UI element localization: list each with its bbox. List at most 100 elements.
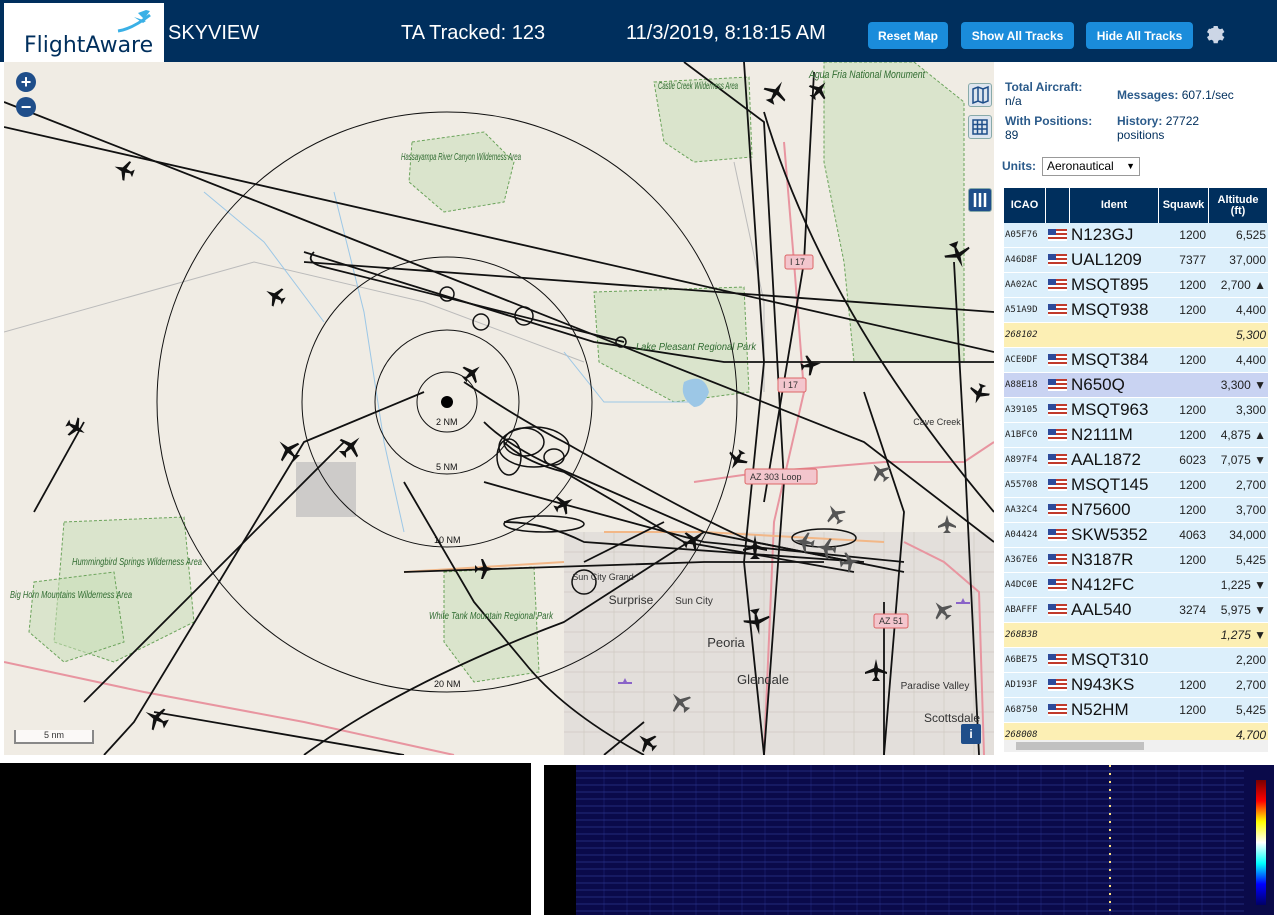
col-icao[interactable]: ICAO — [1004, 188, 1046, 223]
squawk-cell: 1200 — [1179, 678, 1206, 692]
ident-cell: N412FC — [1071, 575, 1135, 594]
logo-text: FlightAware — [24, 33, 154, 58]
map-view[interactable]: I 17 I 17 AZ 303 Loop AZ 51 2 NM 5 NM 10… — [4, 62, 994, 755]
icao-cell: ACE0DF — [1005, 355, 1038, 365]
total-aircraft-label: Total Aircraft: — [1005, 80, 1083, 94]
with-positions-label: With Positions: — [1005, 114, 1093, 128]
col-altitude[interactable]: Altitude (ft) — [1209, 188, 1268, 223]
scrollbar-thumb[interactable] — [1016, 742, 1144, 750]
col-squawk[interactable]: Squawk — [1159, 188, 1209, 223]
agua-fria-area — [823, 62, 965, 363]
chevron-down-icon: ▼ — [1126, 161, 1135, 171]
label-scottsdale: Scottsdale — [924, 711, 980, 725]
icao-cell: 268B3B — [1005, 630, 1038, 640]
ident-cell: MSQT145 — [1071, 475, 1149, 494]
label-castle-creek: Castle Creek Wilderness Area — [658, 81, 738, 92]
table-row[interactable]: AD193F N943KS 1200 2,700 — [1004, 673, 1268, 698]
icao-cell: A68750 — [1005, 705, 1038, 715]
us-flag-icon — [1048, 679, 1067, 691]
flag-cell — [1046, 654, 1070, 666]
altitude-cell: 5,425 — [1235, 703, 1266, 717]
columns-icon[interactable] — [968, 188, 992, 212]
icao-cell: ABAFFF — [1005, 605, 1038, 615]
label-cave-creek: Cave Creek — [913, 417, 961, 427]
ring-label-2nm: 2 NM — [436, 417, 458, 427]
table-row[interactable]: 268B3B 1,275 ▼ — [1004, 623, 1268, 648]
table-row[interactable]: 268102 5,300 — [1004, 323, 1268, 348]
table-row[interactable]: A6BE75 MSQT310 2,200 — [1004, 648, 1268, 673]
table-row[interactable]: A897F4 AAL1872 6023 7,075 ▼ — [1004, 448, 1268, 473]
icao-cell: A55708 — [1005, 480, 1038, 490]
white-tank-area — [443, 566, 540, 683]
icao-cell: 268008 — [1005, 730, 1038, 740]
spectrum-waterfall — [544, 765, 1274, 915]
table-row[interactable]: A367E6 N3187R 1200 5,425 — [1004, 548, 1268, 573]
reset-map-button[interactable]: Reset Map — [868, 22, 948, 49]
flag-cell — [1046, 229, 1070, 241]
horizontal-scrollbar[interactable] — [1004, 740, 1268, 752]
label-agua-fria: Agua Fria National Monument — [808, 69, 926, 81]
info-icon[interactable]: i — [961, 724, 981, 744]
squawk-cell: 1200 — [1179, 403, 1206, 417]
col-flag[interactable] — [1046, 188, 1070, 223]
flag-cell — [1046, 454, 1070, 466]
ident-cell: N123GJ — [1071, 225, 1134, 244]
us-flag-icon — [1048, 429, 1067, 441]
us-flag-icon — [1048, 579, 1067, 591]
header-bar: FlightAware SKYVIEW TA Tracked: 123 11/3… — [0, 0, 1277, 62]
altitude-cell: 37,000 — [1229, 253, 1266, 267]
col-ident[interactable]: Ident — [1070, 188, 1159, 223]
total-aircraft-stat: Total Aircraft: n/a — [1005, 80, 1082, 108]
ident-cell: SKW5352 — [1071, 525, 1148, 544]
altitude-cell: 2,700 — [1235, 678, 1266, 692]
flag-cell — [1046, 479, 1070, 491]
altitude-cell: 2,700 — [1235, 478, 1266, 492]
squawk-cell: 1200 — [1179, 303, 1206, 317]
ident-cell: N52HM — [1071, 700, 1129, 719]
table-row[interactable]: A05F76 N123GJ 1200 6,525 — [1004, 223, 1268, 248]
show-all-tracks-button[interactable]: Show All Tracks — [961, 22, 1074, 49]
icao-cell: AD193F — [1005, 680, 1038, 690]
ident-cell: N943KS — [1071, 675, 1135, 694]
squawk-cell: 1200 — [1179, 353, 1206, 367]
table-row[interactable]: A88E18 N650Q 3,300 ▼ — [1004, 373, 1268, 398]
ring-label-10nm: 10 NM — [434, 535, 461, 545]
table-row[interactable]: A68750 N52HM 1200 5,425 — [1004, 698, 1268, 723]
squawk-cell: 1200 — [1179, 228, 1206, 242]
table-row[interactable]: AA02AC MSQT895 1200 2,700 ▲ — [1004, 273, 1268, 298]
altitude-cell: 5,300 — [1235, 328, 1266, 342]
table-row[interactable]: A51A9D MSQT938 1200 4,400 — [1004, 298, 1268, 323]
grid-icon[interactable] — [968, 115, 992, 139]
label-glendale: Glendale — [737, 672, 789, 687]
table-row[interactable]: AA32C4 N75600 1200 3,700 — [1004, 498, 1268, 523]
icao-cell: A367E6 — [1005, 555, 1038, 565]
bottom-panels — [0, 755, 1277, 915]
total-aircraft-value: n/a — [1005, 94, 1022, 108]
units-select[interactable]: Aeronautical ▼ — [1042, 157, 1140, 176]
icao-cell: 268102 — [1005, 330, 1038, 340]
table-body: A05F76 N123GJ 1200 6,525 A46D8F UAL1209 7377 37… — [1004, 223, 1268, 748]
zoom-out-button[interactable]: − — [16, 97, 36, 117]
table-row[interactable]: ACE0DF MSQT384 1200 4,400 — [1004, 348, 1268, 373]
squawk-cell: 6023 — [1179, 453, 1206, 467]
gear-icon[interactable] — [1203, 22, 1227, 46]
altitude-cell: 3,700 — [1235, 503, 1266, 517]
hide-all-tracks-button[interactable]: Hide All Tracks — [1086, 22, 1193, 49]
table-row[interactable]: A55708 MSQT145 1200 2,700 — [1004, 473, 1268, 498]
az303-shield: AZ 303 Loop — [750, 472, 802, 482]
squawk-cell: 1200 — [1179, 703, 1206, 717]
table-row[interactable]: A4DC0E N412FC 1,225 ▼ — [1004, 573, 1268, 598]
table-row[interactable]: A39105 MSQT963 1200 3,300 — [1004, 398, 1268, 423]
table-row[interactable]: A46D8F UAL1209 7377 37,000 — [1004, 248, 1268, 273]
altitude-cell: 34,000 — [1229, 528, 1266, 542]
us-flag-icon — [1048, 479, 1067, 491]
table-row[interactable]: ABAFFF AAL540 3274 5,975 ▼ — [1004, 598, 1268, 623]
zoom-in-button[interactable]: + — [16, 72, 36, 92]
flightaware-logo[interactable]: FlightAware — [4, 3, 164, 62]
us-flag-icon — [1048, 279, 1067, 291]
ring-label-20nm: 20 NM — [434, 679, 461, 689]
history-stat: History: 27722 positions — [1117, 114, 1247, 142]
map-layers-icon[interactable] — [968, 83, 992, 107]
table-row[interactable]: A1BFC0 N2111M 1200 4,875 ▲ — [1004, 423, 1268, 448]
table-row[interactable]: A04424 SKW5352 4063 34,000 — [1004, 523, 1268, 548]
